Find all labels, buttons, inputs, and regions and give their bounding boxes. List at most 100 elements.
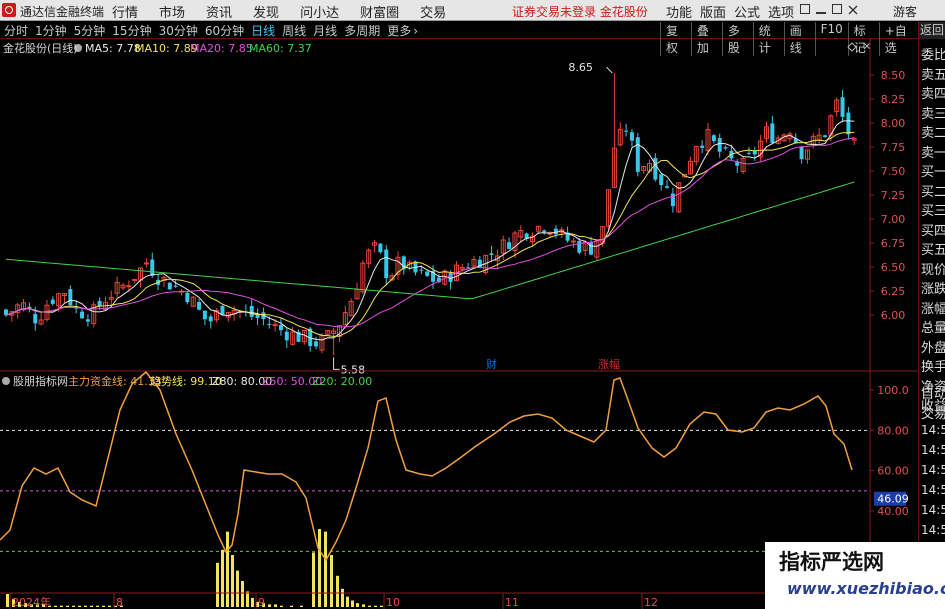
candle-body	[80, 311, 85, 319]
tab-timeshare[interactable]: 分时	[4, 22, 28, 39]
tab-multi-period[interactable]: 多周期	[344, 22, 380, 39]
y-tick-label: 8.50	[881, 69, 906, 82]
indicator-legend-item: 主力资金线: 41.33	[68, 374, 162, 388]
period-tabs: 分时 1分钟 5分钟 15分钟 30分钟 60分钟 日线 周线 月线 多周期 更…	[4, 22, 425, 39]
trend-bar	[78, 605, 81, 607]
menu-item-news[interactable]: 资讯	[206, 2, 232, 21]
trade-label: 14:56	[921, 503, 945, 517]
login-notice[interactable]: 证券交易未登录 金花股份	[512, 3, 648, 20]
candle-body	[126, 285, 132, 288]
y-tick-label: 7.75	[881, 141, 906, 154]
tab-weekly[interactable]: 周线	[282, 22, 306, 39]
y-tick-label: 7.25	[881, 189, 906, 202]
quote-label: 买四	[921, 223, 945, 239]
tab-60min[interactable]: 60分钟	[205, 22, 244, 39]
kline-chart[interactable]: 金花股份(日线) MA5: 7.78MA10: 7.89MA20: 7.85MA6…	[0, 39, 918, 609]
quote-panel: 返回 委比 卖五 卖四 卖三 卖二 卖一 买一 买二 买三 买四 买五 现价 涨跌 涨幅 总量 外盘 换手 净资收…	[918, 21, 945, 609]
candle-body	[746, 152, 751, 154]
close-icon[interactable]	[848, 4, 858, 15]
quote-label: 外盘	[921, 340, 945, 356]
candle-body	[448, 272, 453, 282]
x-tick-label: 11	[505, 596, 519, 609]
current-value-label: 46.09	[877, 493, 909, 506]
tab-30min[interactable]: 30分钟	[159, 22, 198, 39]
trend-bar	[84, 605, 87, 607]
trend-bar	[318, 529, 321, 607]
candle-body	[284, 331, 289, 341]
quote-label: 买一	[921, 165, 945, 180]
y-tick-label: 8.25	[881, 93, 906, 106]
candle-body	[846, 112, 851, 135]
trend-bar	[330, 555, 333, 607]
trend-bar	[380, 605, 383, 607]
quote-label: 卖一	[921, 145, 945, 161]
settings-icon	[2, 377, 10, 385]
maximize-icon[interactable]	[832, 4, 842, 14]
tab-more[interactable]: 更多 ›	[387, 22, 418, 39]
trend-bar	[54, 605, 57, 607]
candle-body	[570, 240, 576, 243]
quote-label: 卖五	[921, 67, 945, 83]
tab-daily[interactable]: 日线	[251, 22, 275, 39]
menu-item-discover[interactable]: 发现	[253, 2, 279, 21]
y-tick-label: 7.50	[881, 165, 906, 178]
y-tick-label: 80.00	[877, 424, 909, 437]
trend-bar	[280, 605, 283, 607]
candle-body	[700, 145, 705, 148]
quote-label: 卖四	[921, 87, 945, 102]
y-tick-label: 6.75	[881, 237, 906, 250]
trend-bar	[236, 570, 239, 607]
tab-monthly[interactable]: 月线	[313, 22, 337, 39]
trend-bar	[6, 594, 9, 607]
tab-5min[interactable]: 5分钟	[74, 22, 106, 39]
indicator-legend-item: 趋势线: 99.10	[150, 374, 222, 388]
quote-label: 买二	[921, 184, 945, 200]
trend-bar	[96, 605, 99, 607]
right-menu: 功能 版面 公式 选项	[666, 2, 802, 21]
menu-item-layout[interactable]: 版面	[700, 2, 726, 21]
menu-item-quotes[interactable]: 行情	[112, 2, 138, 21]
quote-label: 卖二	[921, 126, 945, 141]
candle-body	[314, 341, 319, 347]
candle-body	[208, 316, 213, 322]
close-panel-icon	[863, 42, 871, 50]
trend-bar	[324, 531, 327, 607]
candle-body	[378, 243, 383, 253]
menu-item-wealth[interactable]: 财富圈	[360, 2, 399, 21]
x-tick-label: 12	[644, 596, 658, 609]
menu-item-function[interactable]: 功能	[666, 2, 692, 21]
menu-item-options[interactable]: 选项	[768, 2, 794, 21]
menu-item-trade[interactable]: 交易	[420, 2, 446, 21]
chevron-right-icon: ›	[413, 24, 419, 38]
candle-body	[717, 138, 722, 152]
tab-1min[interactable]: 1分钟	[35, 22, 67, 39]
candle-body	[167, 282, 172, 290]
candle-body	[752, 150, 757, 155]
x-tick-label: 2024年	[12, 595, 51, 609]
candle-body	[143, 262, 149, 265]
menu-item-formula[interactable]: 公式	[734, 2, 760, 21]
menu-item-ask[interactable]: 问小达	[300, 2, 339, 21]
back-button[interactable]: 返回	[919, 22, 945, 39]
candle-body	[823, 135, 827, 137]
title-bar: 通达信金融终端 行情 市场 资讯 发现 问小达 财富圈 交易 证券交易未登录 金…	[0, 0, 945, 21]
guest-label[interactable]: 游客	[893, 3, 917, 20]
ma-legend-item: MA10: 7.89	[135, 42, 198, 55]
main-price-panel: 金花股份(日线) MA5: 7.78MA10: 7.89MA20: 7.85MA6…	[3, 41, 871, 376]
candle-body	[278, 325, 283, 331]
candle-body	[85, 319, 90, 322]
ma-legend-item: MA5: 7.78	[85, 42, 141, 55]
minimize-icon[interactable]	[816, 12, 826, 14]
expand-icon	[847, 42, 857, 52]
y-tick-label: 6.50	[881, 261, 906, 274]
menu-item-market[interactable]: 市场	[159, 2, 185, 21]
candle-body	[255, 314, 260, 319]
candle-body	[553, 228, 558, 235]
toolbar-toggle-icon[interactable]	[800, 4, 810, 14]
candle-body	[249, 306, 254, 317]
candle-body	[384, 249, 389, 279]
tab-15min[interactable]: 15分钟	[112, 22, 151, 39]
candle-body	[577, 241, 582, 253]
trend-bar	[356, 603, 359, 607]
candle-body	[589, 242, 593, 255]
